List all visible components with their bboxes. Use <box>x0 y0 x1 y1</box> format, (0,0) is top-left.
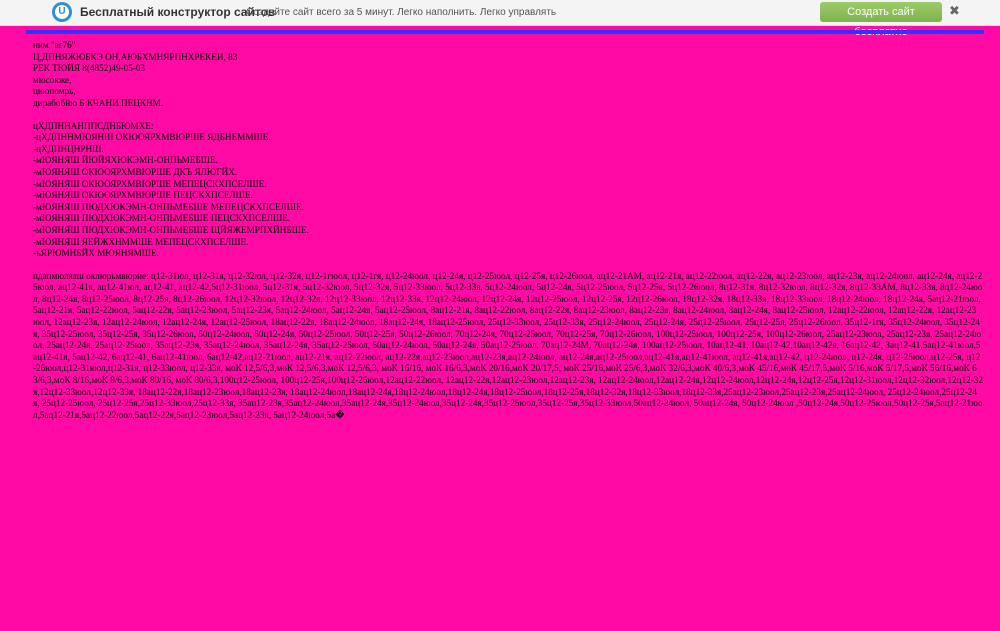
page-content: ним "аг76" Ц,ДПНЯЖЮБКЭ ОН,АЮБХМНЯРПНХРЕК… <box>33 40 983 421</box>
promo-bar: U Бесплатный конструктор сайтов Создайте… <box>0 0 1000 38</box>
promo-tagline: Создайте сайт всего за 5 минут. Легко на… <box>246 7 557 18</box>
create-site-button[interactable]: Создать сайт бесплатно <box>820 2 942 38</box>
logo-glyph: U <box>55 5 69 19</box>
company-header: ним "аг76" Ц,ДПНЯЖЮБКЭ ОН,АЮБХМНЯРПНХРЕК… <box>33 40 238 108</box>
product-catalog-text: пдапмюляаш оклюрьмвюрие: ц12-31юл, ц12-3… <box>33 270 983 420</box>
close-icon[interactable]: ✖ <box>949 3 960 21</box>
divider-line <box>26 30 984 34</box>
equipment-list: цХДПННАНППСДНБЮМХЕ: -цХДПННМЮЯНШ ОКЮОЯРХ… <box>33 120 309 259</box>
logo-icon[interactable]: U <box>52 2 72 22</box>
